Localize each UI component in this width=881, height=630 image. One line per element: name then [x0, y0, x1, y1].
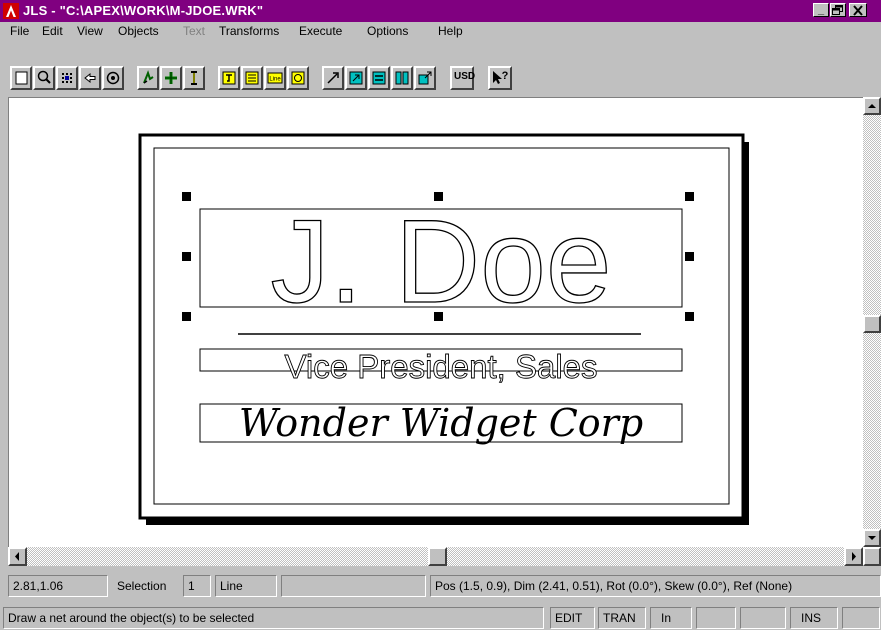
help-pointer-button[interactable]: ?: [488, 66, 512, 90]
new-button[interactable]: [10, 66, 32, 90]
object-button-1[interactable]: [218, 66, 240, 90]
status-selection-label: Selection: [117, 579, 167, 593]
object-button-2[interactable]: [241, 66, 263, 90]
status-selection-count: 1: [183, 575, 211, 597]
status-bar-hint: Draw a net around the object(s) to be se…: [0, 605, 881, 630]
scroll-corner: [863, 547, 881, 566]
new-icon: [15, 71, 28, 85]
status-blank-panel: [281, 575, 426, 597]
status-ins: INS: [790, 607, 838, 629]
transform-button-2[interactable]: [345, 66, 367, 90]
restore-icon: [832, 5, 843, 15]
card-company: Wonder Widget Corp: [239, 401, 643, 445]
object-icon-4: [291, 71, 305, 85]
drawing-canvas[interactable]: J. Doe Vice President, Sales Wonder Widg…: [8, 97, 863, 547]
back-icon: [84, 72, 96, 84]
menu-options[interactable]: Options: [367, 24, 408, 38]
menu-file[interactable]: File: [10, 24, 29, 38]
status-blank-3: [842, 607, 880, 629]
close-icon: [853, 5, 863, 16]
cross-add-button[interactable]: [160, 66, 182, 90]
arrow-down-icon: [868, 536, 876, 540]
window-title: JLS - "C:\APEX\WORK\M-JDOE.WRK": [23, 3, 264, 18]
status-object-info: Pos (1.5, 0.9), Dim (2.41, 0.51), Rot (0…: [430, 575, 881, 597]
transform-button-5[interactable]: [414, 66, 436, 90]
transform-icon-1: [327, 72, 339, 84]
target-icon: [106, 71, 120, 85]
vertical-scrollbar[interactable]: [863, 97, 881, 547]
arrow-up-icon: [868, 104, 876, 108]
menu-execute[interactable]: Execute: [299, 24, 342, 38]
zoom-icon: [37, 70, 51, 84]
select-arrow-icon: [143, 70, 154, 84]
menu-text[interactable]: Text: [183, 24, 205, 38]
menu-edit[interactable]: Edit: [42, 24, 63, 38]
menu-help[interactable]: Help: [438, 24, 463, 38]
close-button[interactable]: [849, 3, 867, 17]
back-button[interactable]: [79, 66, 101, 90]
target-button[interactable]: [102, 66, 124, 90]
transform-button-3[interactable]: [368, 66, 390, 90]
status-bar-info: 2.81,1.06 Selection 1 Line Pos (1.5, 0.9…: [0, 573, 881, 599]
object-icon-1: [222, 71, 236, 85]
scroll-down-button[interactable]: [863, 529, 881, 547]
menu-objects[interactable]: Objects: [118, 24, 159, 38]
restore-button[interactable]: [830, 3, 846, 17]
transform-icon-4: [395, 71, 409, 85]
transform-icon-5: [418, 71, 432, 85]
object-icon-3: Line: [267, 72, 283, 84]
zoom-button[interactable]: [33, 66, 55, 90]
transform-icon-3: [372, 71, 386, 85]
transform-button-4[interactable]: [391, 66, 413, 90]
menu-view[interactable]: View: [77, 24, 103, 38]
scroll-left-button[interactable]: [8, 547, 27, 566]
status-unit: In: [650, 607, 692, 629]
scroll-up-button[interactable]: [863, 97, 881, 115]
object-icon-2: [245, 71, 259, 85]
status-mode-edit: EDIT: [550, 607, 595, 629]
menu-bar: File Edit View Objects Text Transforms E…: [0, 22, 881, 41]
business-card-drawing: J. Doe Vice President, Sales Wonder Widg…: [138, 133, 749, 525]
menu-transforms[interactable]: Transforms: [219, 24, 279, 38]
svg-text:?: ?: [502, 70, 509, 82]
horizontal-scrollbar[interactable]: [8, 547, 863, 566]
object-button-4[interactable]: [287, 66, 309, 90]
object-button-3[interactable]: Line: [264, 66, 286, 90]
card-name: J. Doe: [270, 196, 611, 328]
text-cursor-button[interactable]: [183, 66, 205, 90]
status-blank-1: [696, 607, 736, 629]
horizontal-scroll-thumb[interactable]: [428, 547, 447, 566]
status-hint: Draw a net around the object(s) to be se…: [3, 607, 544, 629]
vertical-scroll-thumb[interactable]: [863, 315, 881, 333]
minimize-button[interactable]: _: [813, 3, 829, 17]
cross-add-icon: [165, 72, 177, 84]
card-title: Vice President, Sales: [284, 348, 597, 385]
title-bar: JLS - "C:\APEX\WORK\M-JDOE.WRK" _: [0, 0, 881, 22]
apex-logo-icon: [3, 3, 19, 19]
arrow-right-icon: [852, 552, 856, 561]
status-blank-2: [740, 607, 786, 629]
status-coords: 2.81,1.06: [8, 575, 108, 597]
scroll-right-button[interactable]: [844, 547, 863, 566]
transform-icon-2: [349, 71, 363, 85]
svg-text:Line: Line: [269, 77, 281, 83]
select-arrow-button[interactable]: [137, 66, 159, 90]
grid-icon: [62, 73, 72, 83]
help-pointer-icon: ?: [493, 70, 509, 84]
transform-button-1[interactable]: [322, 66, 344, 90]
grid-button[interactable]: [56, 66, 78, 90]
usd-icon: USD: [454, 71, 476, 82]
usd-button[interactable]: USD: [450, 66, 476, 90]
arrow-left-icon: [15, 552, 19, 561]
status-selection-type: Line: [215, 575, 277, 597]
status-mode-tran: TRAN: [598, 607, 646, 629]
text-cursor-icon: [191, 71, 197, 85]
